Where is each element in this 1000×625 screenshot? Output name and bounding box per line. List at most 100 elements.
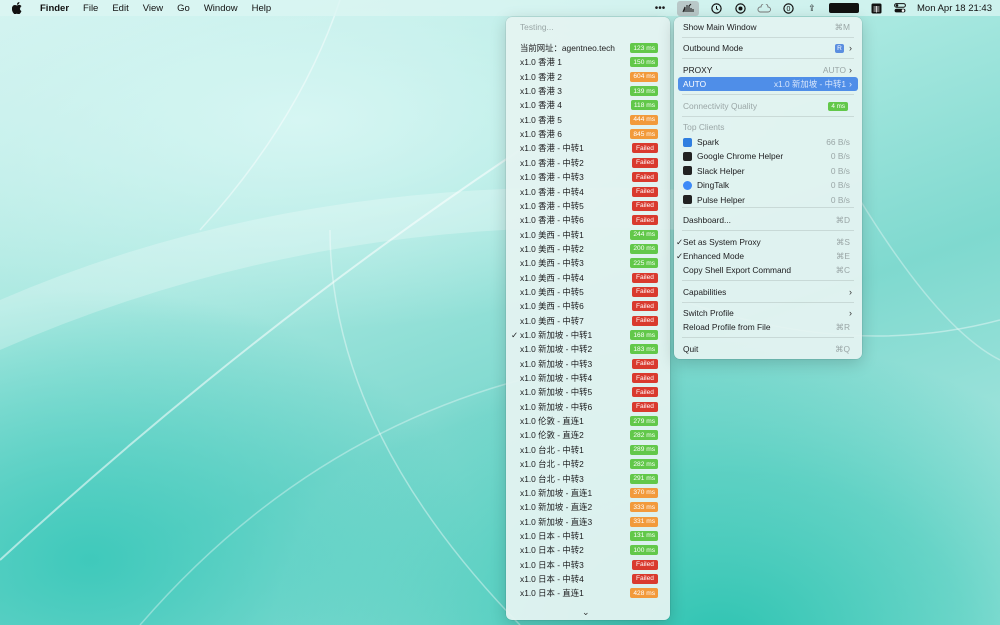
proxy-server-item[interactable]: x1.0 美西 - 中转4 Failed bbox=[506, 271, 670, 285]
auto-group-item[interactable]: AUTO x1.0 新加坡 - 中转1 › bbox=[678, 77, 858, 91]
record-icon[interactable] bbox=[733, 2, 747, 14]
proxy-server-item[interactable]: x1.0 伦敦 - 直连2 282 ms bbox=[506, 428, 670, 442]
proxy-server-item[interactable]: x1.0 伦敦 - 直连1 279 ms bbox=[506, 414, 670, 428]
proxy-server-item[interactable]: x1.0 台北 - 中转3 291 ms bbox=[506, 472, 670, 486]
proxy-server-name: x1.0 香港 1 bbox=[520, 57, 562, 68]
menu-view[interactable]: View bbox=[143, 3, 163, 14]
latency-badge: 333 ms bbox=[630, 502, 658, 513]
latency-badge: 370 ms bbox=[630, 487, 658, 498]
proxy-server-item[interactable]: x1.0 新加坡 - 中转2 183 ms bbox=[506, 342, 670, 356]
copy-shell-export-item[interactable]: Copy Shell Export Command ⌘C bbox=[678, 263, 858, 277]
proxy-server-item[interactable]: x1.0 美西 - 中转6 Failed bbox=[506, 299, 670, 313]
menu-file[interactable]: File bbox=[83, 3, 98, 14]
surge-main-menu: Show Main Window ⌘M Outbound Mode R › PR… bbox=[674, 17, 862, 359]
proxy-server-item[interactable]: x1.0 香港 - 中转4 Failed bbox=[506, 185, 670, 199]
proxy-server-item[interactable]: x1.0 台北 - 中转2 282 ms bbox=[506, 457, 670, 471]
proxy-server-item[interactable]: 当前网址：agentneo.tech 123 ms bbox=[506, 41, 670, 55]
proxy-server-item[interactable]: x1.0 台北 - 中转1 289 ms bbox=[506, 443, 670, 457]
proxy-server-name: x1.0 美西 - 中转4 bbox=[520, 272, 584, 283]
set-system-proxy-shortcut: ⌘S bbox=[836, 237, 850, 247]
more-icon[interactable]: ••• bbox=[653, 2, 667, 14]
surge-icon[interactable] bbox=[677, 0, 699, 16]
proxy-server-item[interactable]: x1.0 香港 1 150 ms bbox=[506, 55, 670, 69]
latency-badge: 123 ms bbox=[630, 43, 658, 53]
menu-finder[interactable]: Finder bbox=[40, 3, 69, 14]
menu-help[interactable]: Help bbox=[252, 3, 272, 14]
proxy-server-name: x1.0 日本 - 中转2 bbox=[520, 545, 584, 556]
proxy-server-item[interactable]: x1.0 香港 4 118 ms bbox=[506, 98, 670, 112]
proxy-server-name: x1.0 香港 6 bbox=[520, 129, 562, 140]
proxy-server-item[interactable]: x1.0 日本 - 中转4 Failed bbox=[506, 572, 670, 586]
proxy-server-item[interactable]: x1.0 香港 - 中转5 Failed bbox=[506, 199, 670, 213]
auto-label: AUTO bbox=[683, 79, 707, 89]
proxy-server-item[interactable]: x1.0 香港 - 中转2 Failed bbox=[506, 156, 670, 170]
proxy-server-item[interactable]: x1.0 新加坡 - 直连3 331 ms bbox=[506, 515, 670, 529]
top-client-item[interactable]: Pulse Helper 0 B/s bbox=[678, 193, 858, 207]
proxy-server-item[interactable]: x1.0 香港 5 444 ms bbox=[506, 113, 670, 127]
proxy-server-item[interactable]: x1.0 美西 - 中转3 225 ms bbox=[506, 256, 670, 270]
cloud-icon[interactable] bbox=[757, 2, 771, 14]
proxy-server-item[interactable]: x1.0 新加坡 - 直连2 333 ms bbox=[506, 500, 670, 514]
proxy-server-item[interactable]: ✓ x1.0 新加坡 - 中转1 168 ms bbox=[506, 328, 670, 342]
menu-edit[interactable]: Edit bbox=[112, 3, 128, 14]
menubar-clock[interactable]: Mon Apr 18 21:43 bbox=[917, 3, 992, 14]
text-icon[interactable]: ⇪ bbox=[805, 2, 819, 14]
dashboard-item[interactable]: Dashboard... ⌘D bbox=[678, 213, 858, 227]
client-rate: 66 B/s bbox=[826, 137, 850, 147]
proxy-server-item[interactable]: x1.0 新加坡 - 中转4 Failed bbox=[506, 371, 670, 385]
separator bbox=[682, 116, 854, 117]
quit-item[interactable]: Quit ⌘Q bbox=[678, 342, 858, 356]
capabilities-item[interactable]: Capabilities › bbox=[678, 285, 858, 299]
proxy-server-item[interactable]: x1.0 新加坡 - 中转5 Failed bbox=[506, 385, 670, 399]
proxy-server-item[interactable]: x1.0 美西 - 中转7 Failed bbox=[506, 314, 670, 328]
proxy-server-item[interactable]: x1.0 香港 6 845 ms bbox=[506, 127, 670, 141]
proxy-server-item[interactable]: x1.0 日本 - 直连1 428 ms bbox=[506, 586, 670, 600]
proxy-server-item[interactable]: x1.0 日本 - 中转3 Failed bbox=[506, 558, 670, 572]
control-center-icon[interactable] bbox=[893, 2, 907, 14]
scroll-down-chevron-icon[interactable]: ⌄ bbox=[582, 607, 590, 618]
checkmark-icon: ✓ bbox=[511, 329, 519, 340]
clock-icon[interactable] bbox=[709, 2, 723, 14]
set-system-proxy-item[interactable]: ✓ Set as System Proxy ⌘S bbox=[676, 235, 858, 249]
show-main-window-item[interactable]: Show Main Window ⌘M bbox=[678, 20, 858, 34]
copy-shell-export-label: Copy Shell Export Command bbox=[683, 265, 791, 275]
reload-profile-item[interactable]: Reload Profile from File ⌘R bbox=[678, 320, 858, 334]
proxy-server-name: x1.0 新加坡 - 中转1 bbox=[520, 330, 593, 340]
menu-go[interactable]: Go bbox=[177, 3, 190, 14]
top-client-item[interactable]: DingTalk 0 B/s bbox=[678, 178, 858, 192]
outbound-mode-item[interactable]: Outbound Mode R › bbox=[678, 41, 858, 55]
menu-window[interactable]: Window bbox=[204, 3, 238, 14]
info-icon[interactable]: 0 bbox=[781, 2, 795, 14]
proxy-server-name: x1.0 香港 5 bbox=[520, 114, 562, 125]
proxy-server-item[interactable]: x1.0 香港 - 中转3 Failed bbox=[506, 170, 670, 184]
top-client-item[interactable]: Google Chrome Helper 0 B/s bbox=[678, 149, 858, 163]
top-client-item[interactable]: Spark 66 B/s bbox=[678, 135, 858, 149]
redacted-status-icon[interactable] bbox=[829, 3, 859, 13]
proxy-server-name: x1.0 美西 - 中转3 bbox=[520, 258, 584, 269]
switch-profile-item[interactable]: Switch Profile › bbox=[678, 306, 858, 320]
svg-text:0: 0 bbox=[786, 6, 790, 13]
proxy-server-item[interactable]: x1.0 日本 - 中转1 131 ms bbox=[506, 529, 670, 543]
proxy-server-item[interactable]: x1.0 美西 - 中转5 Failed bbox=[506, 285, 670, 299]
auto-selected-server: x1.0 新加坡 - 中转1 bbox=[773, 79, 846, 89]
enhanced-mode-item[interactable]: ✓ Enhanced Mode ⌘E bbox=[676, 249, 858, 263]
proxy-item[interactable]: PROXY AUTO › bbox=[678, 63, 858, 77]
proxy-server-item[interactable]: x1.0 香港 - 中转6 Failed bbox=[506, 213, 670, 227]
proxy-server-item[interactable]: x1.0 美西 - 中转2 200 ms bbox=[506, 242, 670, 256]
proxy-server-item[interactable]: x1.0 香港 3 139 ms bbox=[506, 84, 670, 98]
switch-profile-label: Switch Profile bbox=[683, 308, 734, 318]
proxy-server-item[interactable]: x1.0 日本 - 中转2 100 ms bbox=[506, 543, 670, 557]
proxy-server-item[interactable]: x1.0 新加坡 - 中转3 Failed bbox=[506, 357, 670, 371]
proxy-server-name: x1.0 伦敦 - 直连2 bbox=[520, 430, 584, 441]
latency-badge: 168 ms bbox=[630, 330, 658, 340]
proxy-server-item[interactable]: x1.0 新加坡 - 中转6 Failed bbox=[506, 400, 670, 414]
proxy-server-item[interactable]: x1.0 香港 - 中转1 Failed bbox=[506, 141, 670, 155]
proxy-server-item[interactable]: x1.0 香港 2 604 ms bbox=[506, 70, 670, 84]
latency-badge: Failed bbox=[632, 200, 658, 211]
proxy-server-item[interactable]: x1.0 美西 - 中转1 244 ms bbox=[506, 228, 670, 242]
top-clients-header: Top Clients bbox=[678, 120, 858, 134]
proxy-server-item[interactable]: x1.0 新加坡 - 直连1 370 ms bbox=[506, 486, 670, 500]
top-client-item[interactable]: Slack Helper 0 B/s bbox=[678, 164, 858, 178]
calendar-icon[interactable] bbox=[869, 2, 883, 14]
apple-icon[interactable] bbox=[11, 2, 26, 15]
